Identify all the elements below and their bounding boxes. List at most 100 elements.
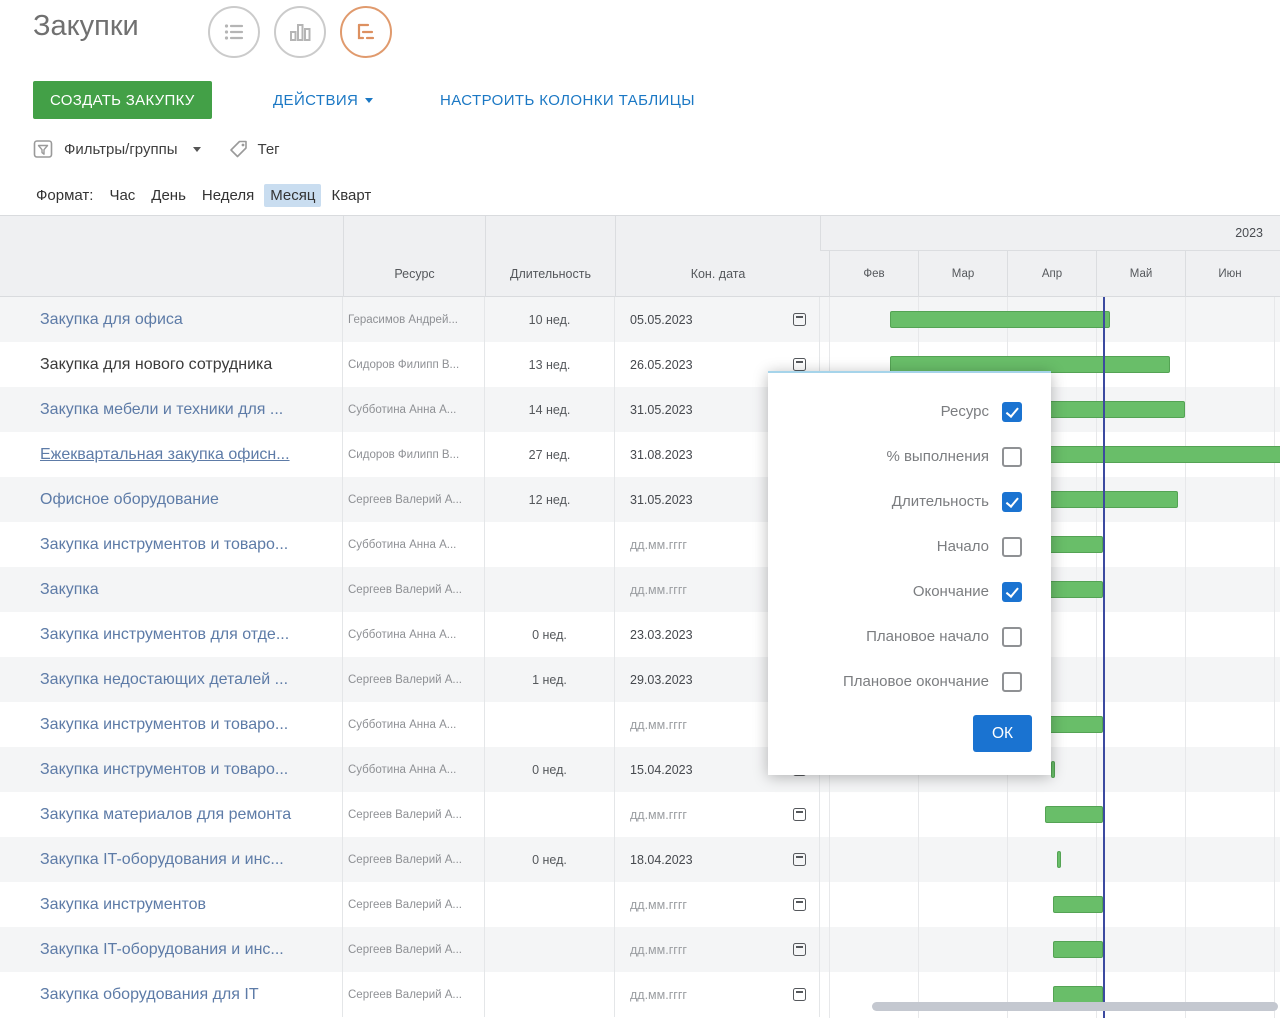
end-date-cell[interactable]: дд.мм.гггг — [615, 882, 820, 927]
gantt-bar[interactable] — [1046, 536, 1103, 553]
column-toggle-label: % выполнения — [886, 448, 989, 465]
view-bar-chart-button[interactable] — [274, 6, 326, 58]
columns-settings-popup: Ресурс % выполнения Длительность Начало Окон… — [768, 371, 1051, 775]
gantt-bar[interactable] — [1046, 716, 1103, 733]
end-date-cell[interactable]: дд.мм.гггг — [615, 972, 820, 1017]
duration-cell — [485, 567, 615, 612]
duration-cell: 14 нед. — [485, 387, 615, 432]
task-name-link[interactable]: Закупка инструментов и товаро... — [40, 761, 288, 779]
view-gantt-button[interactable] — [340, 6, 392, 58]
column-toggle-label: Плановое начало — [866, 628, 989, 645]
table-row[interactable]: Закупка IT-оборудования и инс... Сергеев … — [0, 837, 1280, 882]
task-name-link[interactable]: Закупка инструментов — [40, 896, 206, 914]
task-name-link[interactable]: Закупка IT-оборудования и инс... — [40, 851, 284, 869]
task-name-link[interactable]: Ежеквартальная закупка офисн... — [40, 446, 290, 464]
gantt-bar[interactable] — [1053, 941, 1103, 958]
tag-icon — [229, 140, 247, 158]
format-option[interactable]: Кварт — [325, 184, 377, 207]
table-row[interactable]: Закупка инструментов для отде... Субботин… — [0, 612, 1280, 657]
task-cell: Закупка оборудования для IT — [0, 972, 343, 1017]
task-cell: Закупка IT-оборудования и инс... — [0, 837, 343, 882]
gantt-bar[interactable] — [1051, 761, 1055, 778]
checkbox-unchecked[interactable] — [1002, 536, 1022, 557]
checkbox-unchecked[interactable] — [1002, 671, 1022, 692]
checkbox-unchecked[interactable] — [1002, 446, 1022, 467]
gantt-bar[interactable] — [1046, 581, 1103, 598]
filter-icon — [33, 140, 53, 158]
checkbox-unchecked[interactable] — [1002, 626, 1022, 647]
checkbox-checked[interactable] — [1002, 581, 1022, 602]
checkbox-checked[interactable] — [1002, 491, 1022, 512]
end-date-cell[interactable]: 05.05.2023 — [615, 297, 820, 342]
calendar-icon[interactable] — [793, 898, 806, 911]
format-option[interactable]: Месяц — [264, 184, 322, 207]
task-name-link[interactable]: Закупка для офиса — [40, 311, 183, 329]
actions-menu-button[interactable]: ДЕЙСТВИЯ — [273, 81, 374, 119]
format-option[interactable]: Час — [103, 184, 141, 207]
tag-button[interactable]: Тег — [227, 138, 280, 161]
table-header: Ресурс Длительность Кон. дата 2023 Фев Ма… — [0, 216, 1280, 297]
task-name-link[interactable]: Закупка оборудования для IT — [40, 986, 259, 1004]
gantt-bar[interactable] — [1053, 986, 1103, 1003]
view-list-button[interactable] — [208, 6, 260, 58]
task-name-link[interactable]: Офисное оборудование — [40, 491, 219, 509]
resource-cell: Сергеев Валерий А... — [343, 567, 485, 612]
duration-cell: 0 нед. — [485, 612, 615, 657]
task-cell: Закупка инструментов для отде... — [0, 612, 343, 657]
create-purchase-button[interactable]: СОЗДАТЬ ЗАКУПКУ — [33, 81, 212, 119]
end-date-cell[interactable]: 18.04.2023 — [615, 837, 820, 882]
calendar-icon[interactable] — [793, 313, 806, 326]
calendar-icon[interactable] — [793, 358, 806, 371]
column-header-resource[interactable]: Ресурс — [343, 216, 485, 297]
column-toggle-item: Ресурс — [768, 389, 1051, 434]
calendar-icon[interactable] — [793, 988, 806, 1001]
end-date-cell[interactable]: дд.мм.гггг — [615, 927, 820, 972]
task-cell: Офисное оборудование — [0, 477, 343, 522]
calendar-icon[interactable] — [793, 943, 806, 956]
resource-cell: Сидоров Филипп В... — [343, 342, 485, 387]
column-header-end-date[interactable]: Кон. дата — [615, 216, 820, 297]
column-toggle-label: Окончание — [912, 583, 989, 600]
filters-groups-label: Фильтры/группы — [64, 141, 178, 158]
resource-cell: Сергеев Валерий А... — [343, 837, 485, 882]
task-name-link[interactable]: Закупка инструментов и товаро... — [40, 716, 288, 734]
task-name-link[interactable]: Закупка мебели и техники для ... — [40, 401, 283, 419]
bar-chart-icon — [290, 24, 311, 41]
column-header-duration[interactable]: Длительность — [485, 216, 615, 297]
task-name-link[interactable]: Закупка — [40, 581, 99, 599]
task-name-link[interactable]: Закупка материалов для ремонта — [40, 806, 291, 824]
format-option[interactable]: Неделя — [196, 184, 260, 207]
task-cell: Закупка — [0, 567, 343, 612]
table-row[interactable]: Закупка недостающих деталей ... Сергеев В… — [0, 657, 1280, 702]
table-row[interactable]: Закупка инструментов и товаро... Субботин… — [0, 747, 1280, 792]
task-name-link[interactable]: Закупка IT-оборудования и инс... — [40, 941, 284, 959]
gantt-bar[interactable] — [1053, 896, 1103, 913]
calendar-icon[interactable] — [793, 808, 806, 821]
list-icon — [224, 24, 244, 40]
duration-cell: 10 нед. — [485, 297, 615, 342]
task-cell: Закупка инструментов и товаро... — [0, 747, 343, 792]
gantt-bar[interactable] — [890, 311, 1110, 328]
resource-cell: Сергеев Валерий А... — [343, 927, 485, 972]
configure-columns-button[interactable]: НАСТРОИТЬ КОЛОНКИ ТАБЛИЦЫ — [440, 81, 695, 119]
calendar-icon[interactable] — [793, 853, 806, 866]
end-date-cell[interactable]: дд.мм.гггг — [615, 792, 820, 837]
resource-cell: Герасимов Андрей... — [343, 297, 485, 342]
month-header: Мар — [918, 251, 1007, 297]
task-cell: Ежеквартальная закупка офисн... — [0, 432, 343, 477]
gantt-bar[interactable] — [1057, 851, 1061, 868]
task-name-link[interactable]: Закупка инструментов и товаро... — [40, 536, 288, 554]
task-name-link[interactable]: Закупка недостающих деталей ... — [40, 671, 288, 689]
format-switcher: Формат: Час День Неделя Месяц Кварт — [36, 184, 377, 207]
gantt-bar[interactable] — [1045, 806, 1103, 823]
format-option[interactable]: День — [145, 184, 192, 207]
duration-cell: 0 нед. — [485, 837, 615, 882]
task-name-link[interactable]: Закупка инструментов для отде... — [40, 626, 289, 644]
filters-groups-button[interactable]: Фильтры/группы — [33, 138, 201, 161]
horizontal-scrollbar[interactable] — [872, 1002, 1278, 1011]
ok-button[interactable]: ОК — [973, 715, 1032, 752]
duration-cell: 0 нед. — [485, 747, 615, 792]
resource-cell: Субботина Анна А... — [343, 612, 485, 657]
resource-cell: Сергеев Валерий А... — [343, 657, 485, 702]
checkbox-checked[interactable] — [1002, 401, 1022, 422]
